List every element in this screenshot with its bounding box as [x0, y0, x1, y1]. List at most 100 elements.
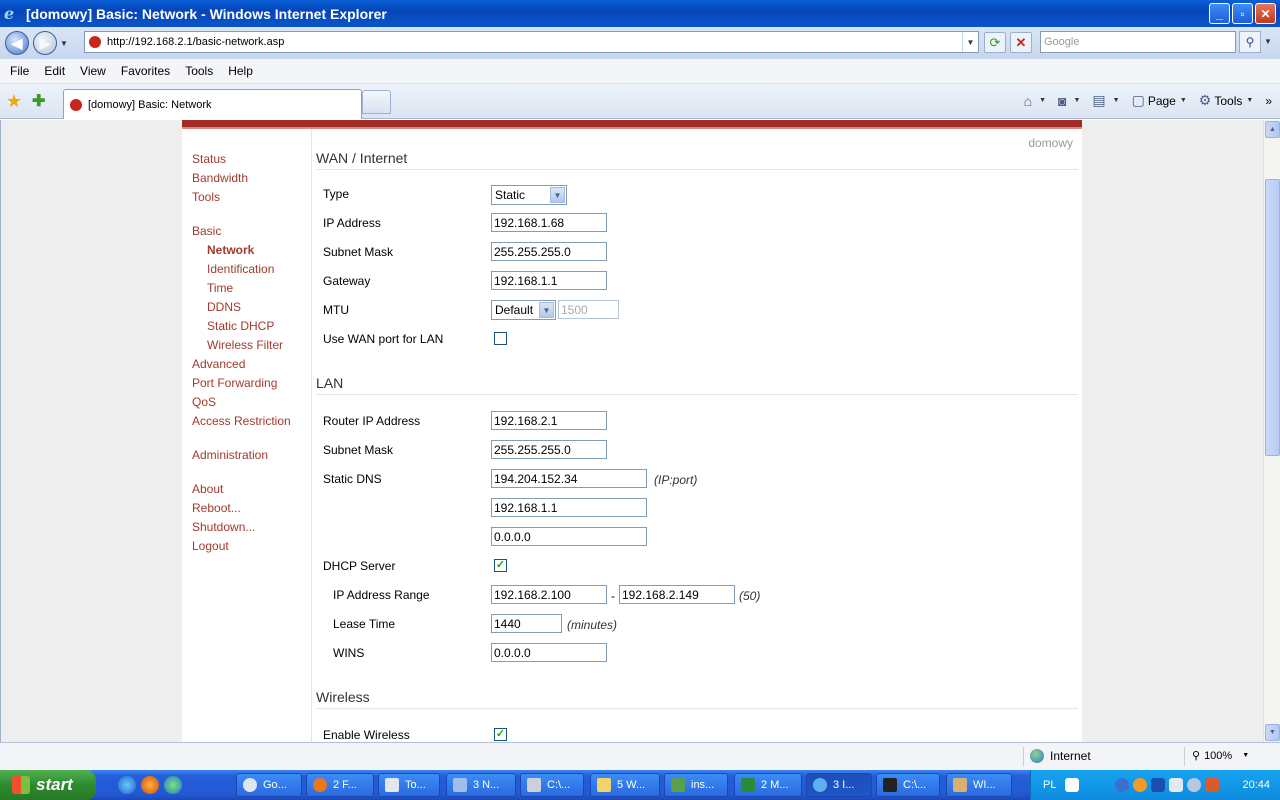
vertical-scrollbar[interactable]: ▲ ▼: [1263, 120, 1280, 742]
page-menu-button[interactable]: ▢ Page ▼: [1132, 92, 1187, 109]
taskbar-item[interactable]: Go...: [236, 773, 302, 797]
lan-router-ip-input[interactable]: 192.168.2.1: [491, 411, 607, 430]
address-dropdown[interactable]: ▼: [962, 32, 978, 52]
sidebar-item-logout[interactable]: Logout: [192, 539, 229, 553]
print-button[interactable]: ▤ ▼: [1092, 92, 1119, 109]
stop-button[interactable]: ✕: [1010, 32, 1032, 53]
sidebar-item-static-dhcp[interactable]: Static DHCP: [207, 319, 274, 333]
taskbar-item[interactable]: WI...: [946, 773, 1012, 797]
feeds-button[interactable]: ◙ ▼: [1058, 93, 1080, 109]
help-icon[interactable]: [1065, 778, 1079, 792]
firefox-quicklaunch-icon[interactable]: [141, 776, 159, 794]
menu-edit[interactable]: Edit: [44, 64, 65, 78]
wan-mtu-input[interactable]: 1500: [558, 300, 619, 319]
back-button[interactable]: ◀: [5, 31, 29, 55]
sidebar-item-administration[interactable]: Administration: [192, 448, 268, 462]
sidebar-item-advanced[interactable]: Advanced: [192, 357, 245, 371]
minimize-button[interactable]: _: [1209, 3, 1230, 24]
sidebar-item-status[interactable]: Status: [192, 152, 226, 166]
sidebar-item-port-forwarding[interactable]: Port Forwarding: [192, 376, 277, 390]
bluetooth-icon[interactable]: [1151, 778, 1165, 792]
taskbar-item[interactable]: C:\...: [876, 773, 940, 797]
wan-ip-input[interactable]: 192.168.1.68: [491, 213, 607, 232]
wan-port-lan-checkbox[interactable]: [494, 332, 507, 345]
lan-dns2-input[interactable]: 192.168.1.1: [491, 498, 647, 517]
sidebar-item-about[interactable]: About: [192, 482, 223, 496]
wan-mask-input[interactable]: 255.255.255.0: [491, 242, 607, 261]
clock: 20:44: [1242, 779, 1270, 791]
url-text[interactable]: http://192.168.2.1/basic-network.asp: [107, 36, 962, 48]
refresh-button[interactable]: ⟳: [984, 32, 1006, 53]
messenger-quicklaunch-icon[interactable]: [164, 776, 182, 794]
menu-help[interactable]: Help: [228, 64, 253, 78]
site-favicon-icon: [89, 36, 101, 48]
lease-time-input[interactable]: 1440: [491, 614, 562, 633]
search-input[interactable]: Google: [1040, 31, 1236, 53]
taskbar-item[interactable]: 2 M...: [734, 773, 802, 797]
tab-basic-network[interactable]: [domowy] Basic: Network: [63, 89, 362, 119]
sidebar-item-basic[interactable]: Basic: [192, 224, 221, 238]
tray-app-icon[interactable]: [1169, 778, 1183, 792]
taskbar-item[interactable]: 5 W...: [590, 773, 660, 797]
taskbar-item[interactable]: To...: [378, 773, 440, 797]
tray-app-icon[interactable]: [1205, 778, 1219, 792]
tray-arrow-icon[interactable]: [1115, 778, 1129, 792]
sidebar-item-wireless-filter[interactable]: Wireless Filter: [207, 338, 283, 352]
scroll-thumb[interactable]: [1265, 179, 1280, 456]
sidebar-item-ddns[interactable]: DDNS: [207, 300, 241, 314]
start-button[interactable]: start: [0, 770, 96, 800]
favorites-star-icon[interactable]: ★: [6, 91, 22, 112]
wan-type-select[interactable]: Static ▼: [491, 185, 567, 205]
language-indicator[interactable]: PL: [1043, 779, 1056, 791]
taskbar-item[interactable]: 3 N...: [446, 773, 516, 797]
enable-wireless-checkbox[interactable]: ✓: [494, 728, 507, 741]
lan-dns1-input[interactable]: 194.204.152.34: [491, 469, 647, 488]
search-icon[interactable]: ⚲: [1239, 31, 1261, 53]
dhcp-server-checkbox[interactable]: ✓: [494, 559, 507, 572]
sidebar-item-qos[interactable]: QoS: [192, 395, 216, 409]
router-name: domowy: [1028, 136, 1073, 150]
recent-pages-dropdown[interactable]: ▼: [60, 39, 68, 48]
taskbar-item[interactable]: ins...: [664, 773, 728, 797]
page-viewport: domowy Status Bandwidth Tools Basic Netw…: [0, 120, 1263, 742]
sidebar-item-time[interactable]: Time: [207, 281, 233, 295]
close-button[interactable]: ✕: [1255, 3, 1276, 24]
menu-view[interactable]: View: [80, 64, 106, 78]
menu-file[interactable]: File: [10, 64, 29, 78]
tray-app-icon[interactable]: [1133, 778, 1147, 792]
scroll-down-icon[interactable]: ▼: [1265, 724, 1280, 741]
home-button[interactable]: ⌂ ▼: [1024, 93, 1046, 109]
speech-icon[interactable]: [1187, 778, 1201, 792]
scroll-up-icon[interactable]: ▲: [1265, 121, 1280, 138]
lan-mask-input[interactable]: 255.255.255.0: [491, 440, 607, 459]
sidebar-item-shutdown[interactable]: Shutdown...: [192, 520, 255, 534]
new-tab-button[interactable]: [362, 90, 391, 114]
wan-gateway-input[interactable]: 192.168.1.1: [491, 271, 607, 290]
ip-range-start-input[interactable]: 192.168.2.100: [491, 585, 607, 604]
sidebar-item-access-restriction[interactable]: Access Restriction: [192, 414, 291, 428]
menu-favorites[interactable]: Favorites: [121, 64, 170, 78]
menu-tools[interactable]: Tools: [185, 64, 213, 78]
taskbar-item-active[interactable]: 3 I...: [806, 773, 872, 797]
sidebar-item-network[interactable]: Network: [207, 243, 254, 257]
chevron-more-icon[interactable]: »: [1265, 94, 1272, 108]
search-options-dropdown[interactable]: ▼: [1264, 37, 1272, 46]
address-bar[interactable]: http://192.168.2.1/basic-network.asp ▼: [84, 31, 979, 53]
tools-menu-button[interactable]: ⚙ Tools ▼: [1199, 92, 1254, 109]
wan-mtu-select[interactable]: Default ▼: [491, 300, 556, 320]
sidebar-item-identification[interactable]: Identification: [207, 262, 274, 276]
taskbar-item[interactable]: 2 F...: [306, 773, 374, 797]
wins-input[interactable]: 0.0.0.0: [491, 643, 607, 662]
add-favorites-icon[interactable]: ✚: [32, 91, 45, 111]
zoom-control[interactable]: ⚲ 100% ▼: [1192, 749, 1249, 763]
forward-button[interactable]: ▶: [33, 31, 57, 55]
taskbar-item[interactable]: C:\...: [520, 773, 584, 797]
lan-router-ip-label: Router IP Address: [323, 414, 421, 428]
maximize-button[interactable]: ▫: [1232, 3, 1253, 24]
ie-quicklaunch-icon[interactable]: [118, 776, 136, 794]
sidebar-item-reboot[interactable]: Reboot...: [192, 501, 241, 515]
sidebar-item-bandwidth[interactable]: Bandwidth: [192, 171, 248, 185]
ip-range-end-input[interactable]: 192.168.2.149: [619, 585, 735, 604]
sidebar-item-tools[interactable]: Tools: [192, 190, 220, 204]
lan-dns3-input[interactable]: 0.0.0.0: [491, 527, 647, 546]
